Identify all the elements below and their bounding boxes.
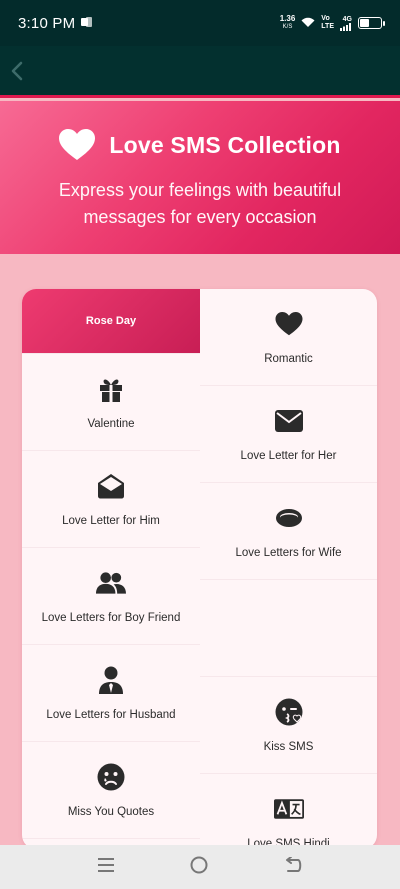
hero-title-row: Love SMS Collection [0, 129, 400, 161]
back-icon[interactable] [284, 855, 302, 878]
battery-fill [360, 19, 369, 27]
gift-icon [96, 374, 126, 404]
kiss-face-icon [274, 697, 304, 727]
status-right: 1.36 K/S Vo LTE 4G [280, 15, 385, 31]
ring-icon [274, 503, 304, 533]
heart-icon [59, 129, 96, 160]
category-love-letters-wife[interactable]: Love Letters for Wife [200, 483, 377, 580]
category-label: Rose Day [85, 315, 137, 327]
category-miss-you-quotes[interactable]: Miss You Quotes [22, 742, 200, 839]
category-label: Love Letter for Her [240, 450, 337, 462]
category-romantic[interactable]: Romantic [200, 289, 377, 386]
user-tie-icon [96, 665, 126, 695]
category-label: Kiss SMS [263, 741, 314, 753]
envelope-open-icon [96, 471, 126, 501]
category-kiss-sms[interactable]: Kiss SMS [200, 677, 377, 774]
envelope-icon [274, 406, 304, 436]
notification-app-icon [81, 14, 93, 32]
category-label: Valentine [87, 418, 135, 430]
net-speed-unit: K/S [282, 24, 293, 30]
category-label: Love Letters for Husband [46, 709, 176, 721]
category-grid: Rose Day Romantic Valentine Love Letter … [22, 289, 377, 849]
app-bar [0, 46, 400, 98]
category-card: Rose Day Romantic Valentine Love Letter … [22, 289, 377, 849]
category-label: Love Letters for Wife [235, 547, 342, 559]
wifi-icon [301, 17, 315, 30]
signal-icon [340, 22, 351, 31]
status-time: 3:10 PM [18, 14, 76, 32]
category-love-letter-her[interactable]: Love Letter for Her [200, 386, 377, 483]
network-type: 4G [342, 15, 352, 23]
hero-subtitle: Express your feelings with beautiful mes… [58, 180, 342, 227]
category-love-letter-him[interactable]: Love Letter for Him [22, 451, 200, 548]
category-rose-day[interactable]: Rose Day [22, 289, 200, 354]
category-label: Romantic [264, 353, 313, 365]
volte-indicator: Vo LTE [321, 15, 334, 31]
heart-icon [274, 309, 304, 339]
category-label: Love Letters for Boy Friend [41, 612, 181, 624]
home-icon[interactable] [190, 856, 208, 879]
back-button[interactable] [6, 58, 28, 84]
category-label: Love Letter for Him [62, 515, 160, 527]
hero-title: Love SMS Collection [109, 131, 341, 158]
category-love-sms-hindi[interactable]: Love SMS Hindi [200, 774, 377, 849]
volte-top: Vo [321, 15, 330, 22]
category-empty [200, 580, 377, 677]
system-nav-bar [0, 845, 400, 889]
category-label: Miss You Quotes [67, 806, 155, 818]
category-love-letters-husband[interactable]: Love Letters for Husband [22, 645, 200, 742]
signal: 4G [340, 16, 352, 31]
chevron-left-icon [11, 61, 23, 81]
status-left: 3:10 PM [18, 14, 93, 32]
category-valentine[interactable]: Valentine [22, 354, 200, 451]
hero-banner: Love SMS Collection Express your feeling… [0, 101, 400, 254]
volte-bottom: LTE [321, 23, 334, 30]
sad-tear-icon [96, 762, 126, 792]
language-icon [273, 794, 304, 824]
net-speed: 1.36 K/S [280, 15, 296, 31]
battery-icon [358, 17, 385, 29]
category-love-letters-boyfriend[interactable]: Love Letters for Boy Friend [22, 548, 200, 645]
status-bar: 3:10 PM 1.36 K/S Vo LTE 4G [0, 0, 400, 46]
net-speed-value: 1.36 [279, 14, 296, 23]
users-icon [96, 568, 126, 598]
recents-icon[interactable] [98, 857, 114, 877]
